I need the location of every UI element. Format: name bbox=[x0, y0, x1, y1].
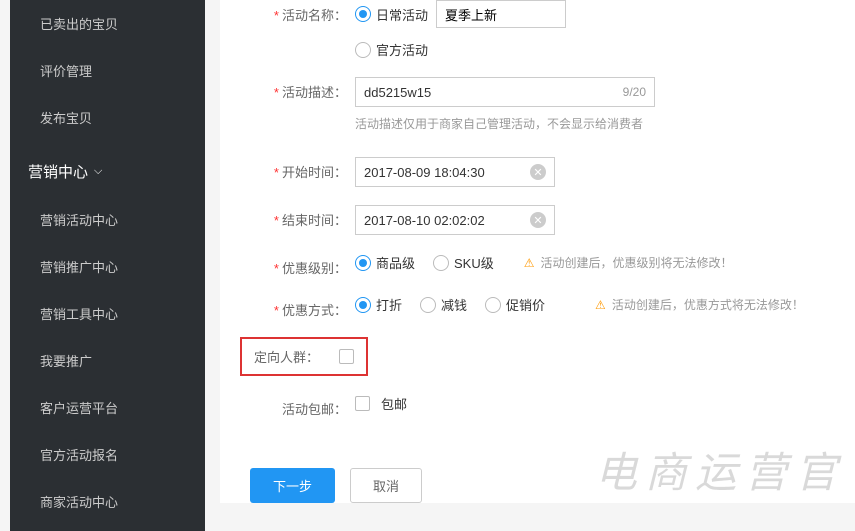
sidebar-item-merchant-activity[interactable]: 商家活动中心 bbox=[10, 478, 205, 525]
desc-hint: 活动描述仅用于商家自己管理活动，不会显示给消费者 bbox=[355, 115, 835, 132]
radio-reduce[interactable]: 减钱 bbox=[420, 295, 467, 314]
input-activity-desc[interactable]: dd5215w15 9/20 bbox=[355, 77, 655, 107]
input-activity-name[interactable] bbox=[436, 0, 566, 28]
sidebar-item-promo-center[interactable]: 营销推广中心 bbox=[10, 243, 205, 290]
radio-label: SKU级 bbox=[454, 253, 494, 272]
button-row: 下一步 取消 bbox=[250, 468, 835, 503]
input-start-time[interactable]: 2017-08-09 18:04:30 ✕ bbox=[355, 157, 555, 187]
radio-label: 官方活动 bbox=[376, 40, 428, 59]
sidebar-group-1: 已卖出的宝贝 评价管理 发布宝贝 bbox=[10, 0, 205, 141]
radio-label: 商品级 bbox=[376, 253, 415, 272]
radio-icon bbox=[420, 297, 436, 313]
sidebar-group-2: 营销中心 ⌵ 营销活动中心 营销推广中心 营销工具中心 我要推广 客户运营平台 … bbox=[10, 147, 205, 525]
radio-promo-price[interactable]: 促销价 bbox=[485, 295, 545, 314]
radio-icon bbox=[355, 255, 371, 271]
label-activity-desc: *活动描述： bbox=[240, 77, 355, 101]
radio-product-level[interactable]: 商品级 bbox=[355, 253, 415, 272]
radio-label: 打折 bbox=[376, 295, 402, 314]
checkbox-free-shipping[interactable]: 包邮 bbox=[355, 394, 835, 413]
sidebar-item-official-signup[interactable]: 官方活动报名 bbox=[10, 431, 205, 478]
radio-label: 促销价 bbox=[506, 295, 545, 314]
warning-icon: ⚠ bbox=[524, 256, 535, 270]
highlight-target-group: 定向人群： bbox=[240, 337, 368, 376]
label-end-time: *结束时间： bbox=[240, 205, 355, 229]
radio-icon bbox=[355, 42, 371, 58]
label-discount-level: *优惠级别： bbox=[240, 253, 355, 277]
warning-discount-type: ⚠ 活动创建后，优惠方式将无法修改！ bbox=[595, 296, 804, 313]
label-activity-name: *活动名称： bbox=[240, 0, 355, 24]
end-time-value: 2017-08-10 02:02:02 bbox=[364, 213, 485, 228]
checkbox-label: 包邮 bbox=[381, 394, 407, 413]
radio-daily-activity[interactable]: 日常活动 bbox=[355, 5, 428, 24]
sidebar-item-customer-ops[interactable]: 客户运营平台 bbox=[10, 384, 205, 431]
label-target-group: 定向人群： bbox=[254, 347, 327, 366]
start-time-value: 2017-08-09 18:04:30 bbox=[364, 165, 485, 180]
desc-counter: 9/20 bbox=[623, 85, 646, 99]
radio-icon bbox=[485, 297, 501, 313]
sidebar-header-label: 营销中心 bbox=[28, 161, 88, 182]
radio-icon bbox=[355, 297, 371, 313]
sidebar: 已卖出的宝贝 评价管理 发布宝贝 营销中心 ⌵ 营销活动中心 营销推广中心 营销… bbox=[10, 0, 205, 531]
clear-icon[interactable]: ✕ bbox=[530, 212, 546, 228]
sidebar-item-publish[interactable]: 发布宝贝 bbox=[10, 94, 205, 141]
input-end-time[interactable]: 2017-08-10 02:02:02 ✕ bbox=[355, 205, 555, 235]
chevron-down-icon: ⌵ bbox=[94, 165, 102, 178]
next-button[interactable]: 下一步 bbox=[250, 468, 335, 503]
radio-icon bbox=[433, 255, 449, 271]
warning-icon: ⚠ bbox=[595, 298, 606, 312]
sidebar-item-tool-center[interactable]: 营销工具中心 bbox=[10, 290, 205, 337]
sidebar-item-activity-center[interactable]: 营销活动中心 bbox=[10, 196, 205, 243]
checkbox-icon bbox=[355, 396, 370, 411]
label-discount-type: *优惠方式： bbox=[240, 295, 355, 319]
radio-discount[interactable]: 打折 bbox=[355, 295, 402, 314]
radio-icon bbox=[355, 6, 371, 22]
radio-label: 减钱 bbox=[441, 295, 467, 314]
warning-text: 活动创建后，优惠方式将无法修改！ bbox=[612, 296, 804, 313]
radio-label: 日常活动 bbox=[376, 5, 428, 24]
form-content: *活动名称： 日常活动 官方活动 *活动描述： dd5215w15 bbox=[220, 0, 855, 503]
sidebar-header-marketing[interactable]: 营销中心 ⌵ bbox=[10, 147, 205, 196]
cancel-button[interactable]: 取消 bbox=[350, 468, 422, 503]
label-start-time: *开始时间： bbox=[240, 157, 355, 181]
checkbox-target-group[interactable] bbox=[339, 349, 354, 364]
desc-value: dd5215w15 bbox=[364, 85, 431, 100]
warning-text: 活动创建后，优惠级别将无法修改！ bbox=[541, 254, 733, 271]
sidebar-item-i-promote[interactable]: 我要推广 bbox=[10, 337, 205, 384]
label-free-shipping: 活动包邮： bbox=[240, 394, 355, 418]
warning-discount-level: ⚠ 活动创建后，优惠级别将无法修改！ bbox=[524, 254, 733, 271]
radio-official-activity[interactable]: 官方活动 bbox=[355, 40, 428, 59]
sidebar-item-reviews[interactable]: 评价管理 bbox=[10, 47, 205, 94]
clear-icon[interactable]: ✕ bbox=[530, 164, 546, 180]
sidebar-item-sold[interactable]: 已卖出的宝贝 bbox=[10, 0, 205, 47]
radio-sku-level[interactable]: SKU级 bbox=[433, 253, 494, 272]
